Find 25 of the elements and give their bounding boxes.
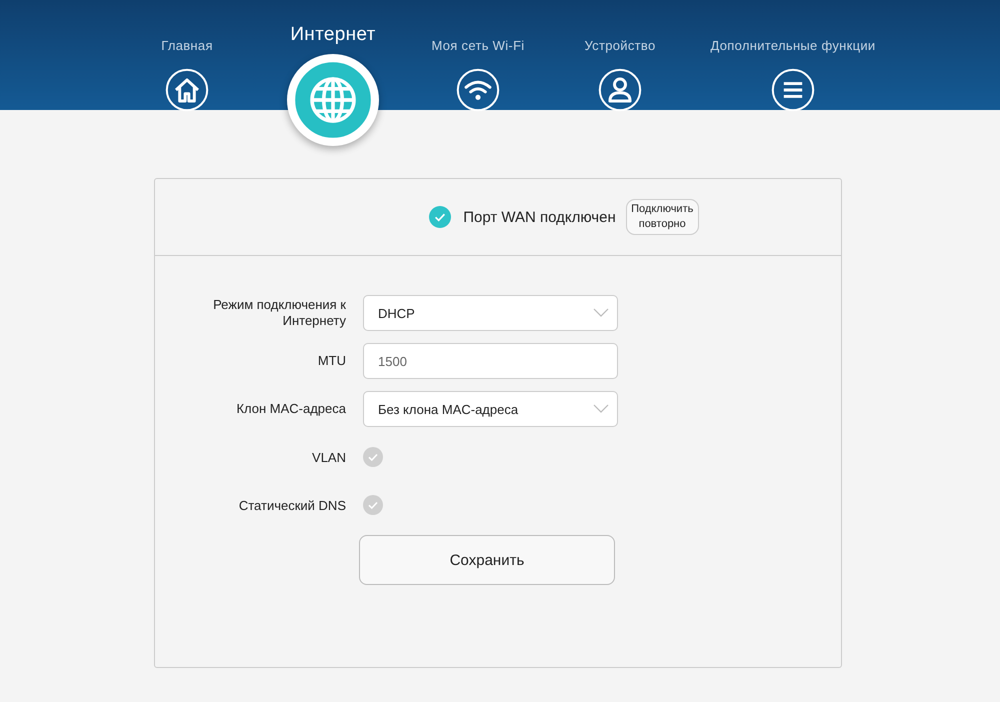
nav-tab[interactable]: Главная [127, 0, 247, 112]
field-label: MTU [316, 352, 346, 370]
field-label: Режим подключения к Интернету [212, 296, 346, 330]
nav-tab[interactable]: Устройство [537, 0, 703, 112]
chevron-down-icon [593, 308, 609, 318]
save-button[interactable]: Сохранить [359, 535, 615, 585]
checkbox[interactable] [363, 495, 383, 515]
field-label: Клон MAC-адреса [235, 400, 346, 418]
person-icon [598, 68, 642, 112]
input-field[interactable]: 1500 [363, 343, 618, 379]
reconnect-button[interactable]: Подключить повторно [626, 199, 699, 235]
globe-icon [287, 54, 379, 146]
nav-tab[interactable]: Дополнительные функции [703, 0, 883, 112]
wifi-icon [456, 68, 500, 112]
checkbox[interactable] [363, 447, 383, 467]
field-label: Статический DNS [238, 496, 346, 514]
nav-tab[interactable]: Интернет [247, 0, 419, 146]
menu-icon [771, 68, 815, 112]
field-label: VLAN [311, 448, 346, 466]
chevron-down-icon [593, 404, 609, 414]
status-text: Порт WAN подключен [463, 208, 616, 226]
dropdown-field[interactable]: DHCP [363, 295, 618, 331]
home-icon [165, 68, 209, 112]
nav-tab[interactable]: Моя сеть Wi-Fi [419, 0, 537, 112]
dropdown-field[interactable]: Без клона MAC-адреса [363, 391, 618, 427]
